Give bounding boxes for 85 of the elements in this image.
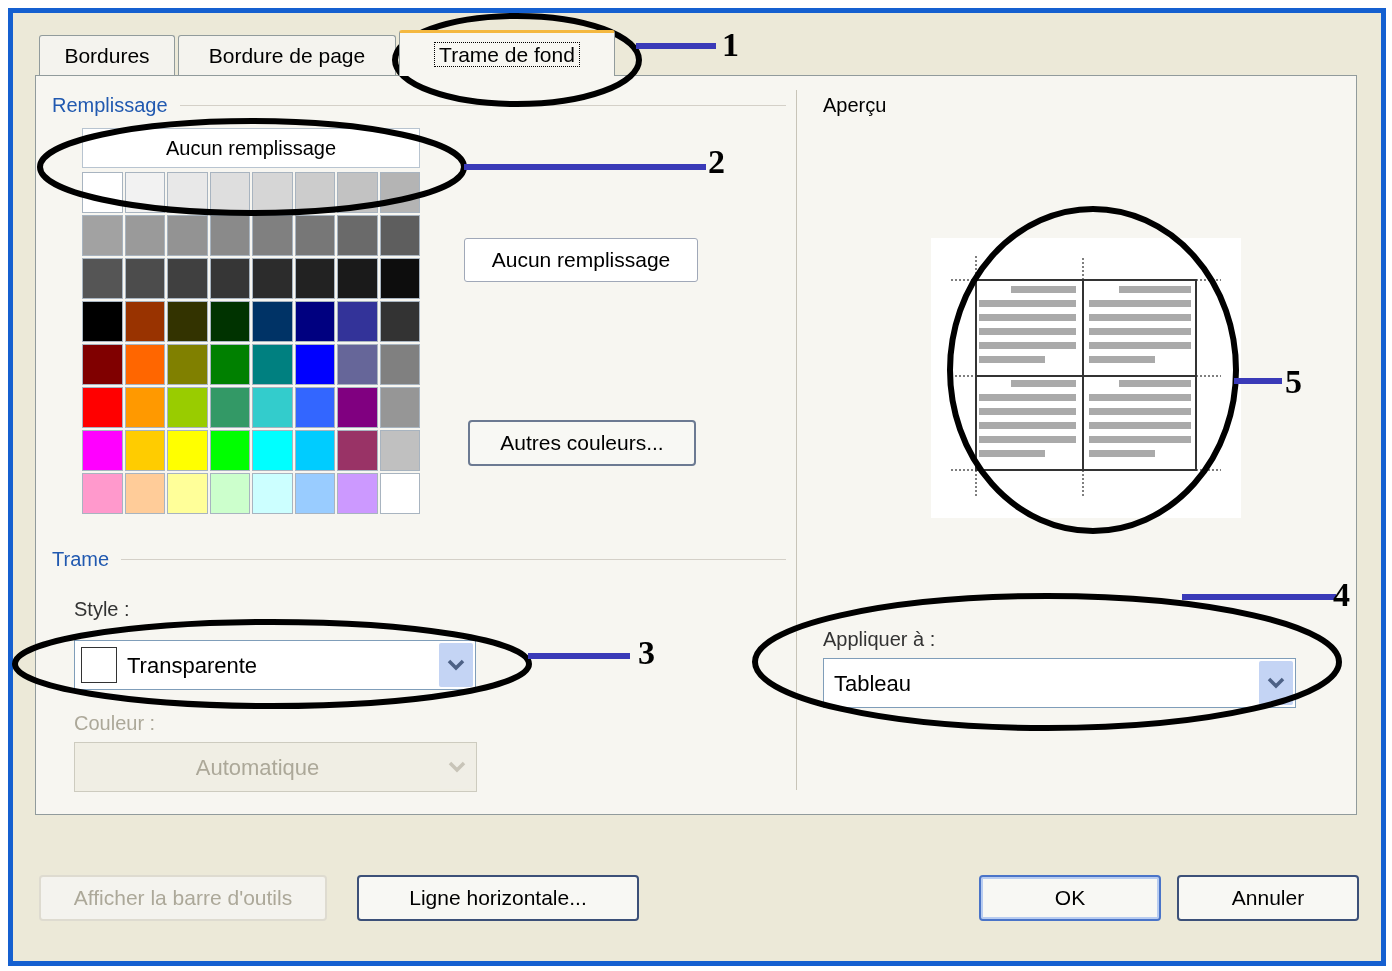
color-swatch[interactable]	[124, 258, 165, 299]
no-fill-button[interactable]: Aucun remplissage	[464, 238, 698, 282]
color-swatch[interactable]	[167, 301, 208, 342]
color-swatch[interactable]	[167, 344, 208, 385]
color-swatch[interactable]	[379, 258, 420, 299]
color-swatch[interactable]	[379, 344, 420, 385]
color-swatch[interactable]	[82, 344, 123, 385]
color-swatch[interactable]	[252, 215, 293, 256]
color-swatch[interactable]	[252, 430, 293, 471]
tab[interactable]: Bordures	[39, 35, 175, 75]
color-swatch[interactable]	[82, 430, 123, 471]
color-swatch[interactable]	[294, 344, 335, 385]
field-label: Appliquer à :	[823, 627, 936, 652]
dialog-button[interactable]: Ligne horizontale...	[357, 875, 639, 921]
color-swatch[interactable]	[124, 387, 165, 428]
color-swatch[interactable]	[294, 430, 335, 471]
color-swatch[interactable]	[379, 387, 420, 428]
color-swatch[interactable]	[379, 430, 420, 471]
color-swatch[interactable]	[124, 215, 165, 256]
callout-number: 5	[1285, 363, 1302, 400]
color-swatch[interactable]	[294, 387, 335, 428]
field-label: Couleur :	[74, 711, 156, 736]
color-swatch[interactable]	[82, 301, 123, 342]
color-swatch[interactable]	[124, 301, 165, 342]
callout-number: 3	[638, 634, 655, 671]
color-swatch[interactable]	[252, 344, 293, 385]
color-swatch[interactable]	[82, 387, 123, 428]
color-swatch[interactable]	[167, 387, 208, 428]
color-swatch[interactable]	[209, 387, 250, 428]
color-swatch[interactable]	[252, 473, 293, 514]
pattern-swatch-icon	[81, 647, 117, 683]
color-swatch[interactable]	[337, 258, 378, 299]
color-swatch[interactable]	[209, 172, 250, 213]
color-swatch[interactable]	[82, 258, 123, 299]
color-swatch[interactable]	[167, 473, 208, 514]
color-swatch[interactable]	[337, 215, 378, 256]
callout-number: 1	[722, 26, 739, 63]
leader-line	[1234, 378, 1282, 384]
color-swatch[interactable]	[209, 473, 250, 514]
color-swatch[interactable]	[124, 430, 165, 471]
color-swatch[interactable]	[294, 215, 335, 256]
field-value: Automatique	[194, 753, 321, 782]
color-swatch[interactable]	[337, 473, 378, 514]
color-swatch[interactable]	[167, 258, 208, 299]
more-colors-button[interactable]: Autres couleurs...	[468, 420, 696, 466]
no-fill-option[interactable]: Aucun remplissage	[82, 128, 420, 168]
apply-to-dropdown[interactable]: Tableau	[823, 658, 1296, 708]
dialog-button[interactable]: OK	[979, 875, 1161, 921]
color-swatch[interactable]	[82, 215, 123, 256]
group-title: Remplissage	[52, 93, 168, 118]
color-swatch[interactable]	[379, 215, 420, 256]
field-value: Transparente	[126, 651, 259, 680]
color-swatch[interactable]	[294, 473, 335, 514]
color-swatch[interactable]	[167, 215, 208, 256]
field-label: Style :	[74, 597, 130, 622]
color-swatch[interactable]	[337, 344, 378, 385]
color-swatch[interactable]	[209, 258, 250, 299]
color-swatch[interactable]	[124, 344, 165, 385]
color-swatch[interactable]	[82, 473, 123, 514]
callout-number: 4	[1333, 576, 1350, 613]
dialog-button[interactable]: Annuler	[1177, 875, 1359, 921]
color-swatch[interactable]	[124, 473, 165, 514]
color-swatch[interactable]	[252, 258, 293, 299]
color-swatch[interactable]	[337, 301, 378, 342]
color-swatch[interactable]	[294, 301, 335, 342]
tab[interactable]: Trame de fond	[399, 30, 615, 76]
color-swatch[interactable]	[252, 172, 293, 213]
color-swatch[interactable]	[209, 430, 250, 471]
preview-title: Aperçu	[823, 93, 888, 118]
color-swatch[interactable]	[337, 387, 378, 428]
color-swatch[interactable]	[252, 301, 293, 342]
color-swatch[interactable]	[379, 473, 420, 514]
color-swatch[interactable]	[209, 344, 250, 385]
color-swatch[interactable]	[294, 258, 335, 299]
color-swatch[interactable]	[337, 430, 378, 471]
tab[interactable]: Bordure de page	[178, 35, 396, 75]
field-value: Tableau	[833, 669, 913, 698]
style-dropdown[interactable]: Transparente	[74, 640, 476, 690]
group-title: Trame	[52, 547, 110, 572]
callout-number: 2	[708, 143, 725, 180]
color-swatch[interactable]	[167, 430, 208, 471]
color-swatch[interactable]	[252, 387, 293, 428]
color-swatch[interactable]	[209, 301, 250, 342]
color-swatch[interactable]	[209, 215, 250, 256]
color-swatch[interactable]	[379, 301, 420, 342]
